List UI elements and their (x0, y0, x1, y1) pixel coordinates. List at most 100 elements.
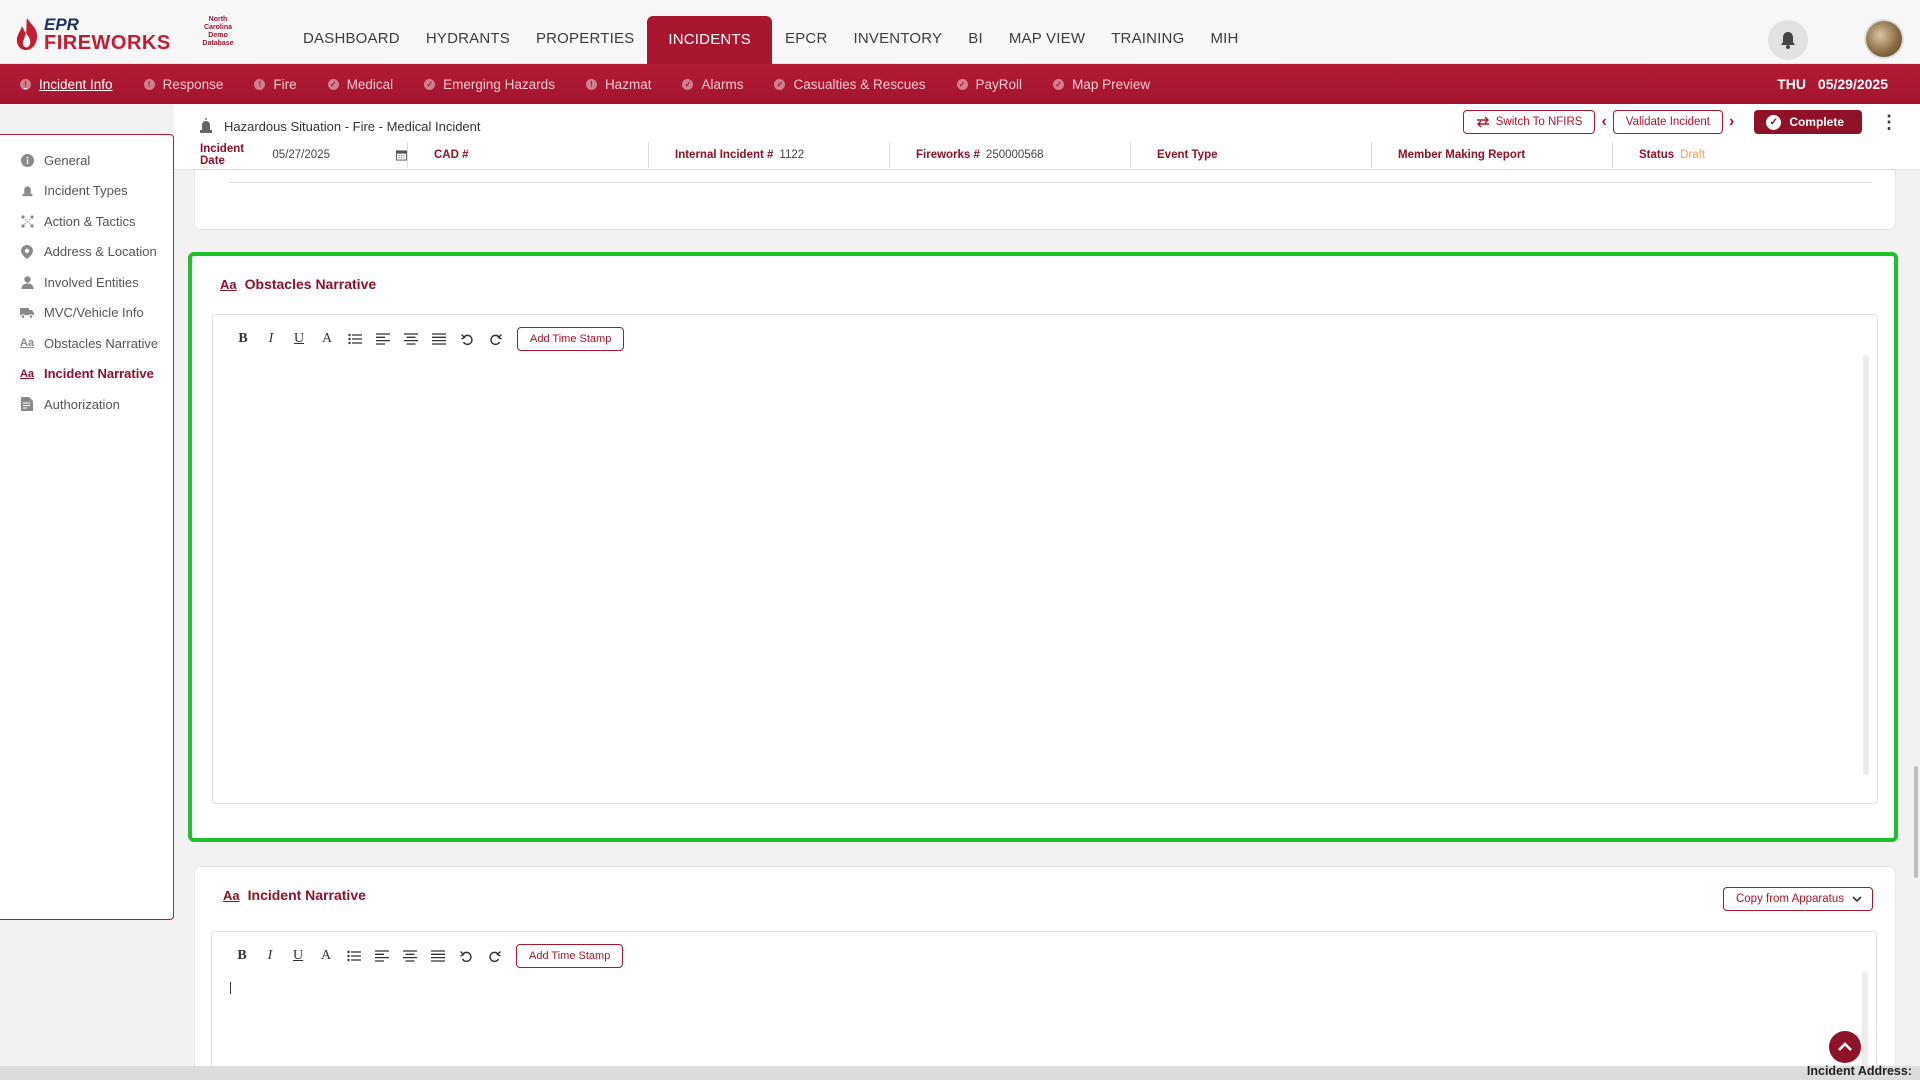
field-member-making-report[interactable]: Member Making Report (1372, 142, 1613, 168)
obstacles-narrative-textarea[interactable] (229, 365, 1853, 791)
undo-icon[interactable] (452, 945, 480, 967)
section-menu-item[interactable]: Involved Entities (0, 267, 173, 298)
section-menu-item[interactable]: Address & Location (0, 237, 173, 268)
switch-to-nfirs-button[interactable]: Switch To NFIRS (1462, 110, 1596, 134)
field-internal-incident[interactable]: Internal Incident # 1122 (649, 142, 890, 168)
section-menu-item[interactable]: Incident Types (0, 176, 173, 207)
map-pin-icon (20, 244, 34, 259)
font-color-button[interactable]: A (312, 945, 340, 967)
validate-incident-button[interactable]: Validate Incident (1612, 110, 1723, 134)
subnav-tab[interactable]: ! Incident Info (20, 77, 113, 92)
field-value: 05/27/2025 (272, 149, 330, 161)
field-value: 250000568 (985, 149, 1044, 161)
bold-button[interactable]: B (228, 945, 256, 967)
field-value: 1122 (779, 149, 805, 161)
subnav-tab[interactable]: ✓ Emerging Hazards (424, 77, 555, 92)
nav-hydrants[interactable]: HYDRANTS (413, 16, 523, 64)
top-navbar: EPR FIREWORKS North Carolina Demo Databa… (0, 0, 1920, 64)
nav-map-view[interactable]: MAP VIEW (996, 16, 1098, 64)
section-menu-item[interactable]: General (0, 145, 173, 176)
subnav-tab[interactable]: ! Response (143, 77, 223, 92)
user-avatar[interactable] (1864, 19, 1904, 59)
field-event-type[interactable]: Event Type (1131, 142, 1372, 168)
subnav-tab-label: Hazmat (604, 76, 652, 92)
calendar-icon[interactable] (395, 149, 407, 161)
more-options-icon[interactable]: ⋮ (1880, 110, 1898, 134)
nav-inventory[interactable]: INVENTORY (840, 16, 955, 64)
section-menu-label: Authorization (44, 396, 120, 412)
nav-training[interactable]: TRAINING (1098, 16, 1197, 64)
field-cad-number[interactable]: CAD # (408, 142, 649, 168)
divider (229, 182, 1871, 183)
nav-bi[interactable]: BI (955, 16, 996, 64)
redo-icon[interactable] (480, 945, 508, 967)
next-chevron-icon[interactable]: › (1723, 110, 1740, 134)
align-left-icon[interactable] (368, 945, 396, 967)
alert-circle-icon: ! (143, 78, 155, 90)
nav-properties[interactable]: PROPERTIES (523, 16, 647, 64)
scroll-to-top-button[interactable] (1829, 1031, 1861, 1063)
redo-icon[interactable] (481, 328, 509, 350)
align-left-icon[interactable] (369, 328, 397, 350)
document-icon (20, 397, 34, 412)
section-menu-label: General (44, 152, 91, 168)
nav-mih[interactable]: MIH (1197, 16, 1251, 64)
section-menu-label: Action & Tactics (44, 213, 136, 229)
italic-button[interactable]: I (257, 328, 285, 350)
subnav-tab[interactable]: ✓ Alarms (682, 77, 743, 92)
field-label: Internal Incident # (675, 149, 774, 161)
prev-chevron-icon[interactable]: ‹ (1595, 110, 1612, 134)
italic-button[interactable]: I (256, 945, 284, 967)
align-justify-icon[interactable] (425, 328, 453, 350)
font-color-button[interactable]: A (313, 328, 341, 350)
underline-button[interactable]: U (284, 945, 312, 967)
bold-button[interactable]: B (229, 328, 257, 350)
section-menu: General Incident Types Action & Tactics Add… (0, 134, 174, 920)
add-time-stamp-button[interactable]: Add Time Stamp (516, 944, 624, 968)
nav-dashboard[interactable]: DASHBOARD (290, 16, 413, 64)
swap-icon (1476, 116, 1489, 128)
undo-icon[interactable] (453, 328, 481, 350)
field-fireworks-number[interactable]: Fireworks # 250000568 (890, 142, 1131, 168)
subnav-tab[interactable]: ! Fire (254, 77, 297, 92)
section-menu-item[interactable]: Action & Tactics (0, 206, 173, 237)
header-actions: Switch To NFIRS ‹ Validate Incident › ✓ … (1462, 110, 1920, 134)
complete-button[interactable]: ✓ Complete (1754, 110, 1862, 134)
add-time-stamp-button[interactable]: Add Time Stamp (517, 327, 625, 351)
align-center-icon[interactable] (397, 328, 425, 350)
alert-circle-icon: ! (585, 78, 597, 90)
incident-address-label: Incident Address: (1806, 1064, 1912, 1078)
subnav-tab[interactable]: ✓ PayRoll (956, 77, 1022, 92)
check-circle-icon: ✓ (1053, 78, 1065, 90)
incident-narrative-title-text: Incident Narrative (247, 887, 366, 903)
bullet-list-icon[interactable] (341, 328, 369, 350)
footer-bar (0, 1066, 1920, 1080)
section-menu-item[interactable]: MVC/Vehicle Info (0, 298, 173, 329)
align-center-icon[interactable] (396, 945, 424, 967)
underline-button[interactable]: U (285, 328, 313, 350)
section-menu-item[interactable]: Aa Incident Narrative (0, 359, 173, 390)
subnav-tab-label: Casualties & Rescues (793, 76, 926, 92)
copy-from-apparatus-dropdown[interactable]: Copy from Apparatus (1722, 887, 1873, 911)
subnav-tab[interactable]: ✓ Map Preview (1053, 77, 1150, 92)
page-scrollbar[interactable] (1914, 766, 1918, 878)
subnav-tab[interactable]: ✓ Casualties & Rescues (774, 76, 926, 92)
editor-scrollbar[interactable] (1863, 355, 1869, 775)
app-logo[interactable]: EPR FIREWORKS (14, 16, 171, 53)
validate-incident-label: Validate Incident (1625, 116, 1710, 128)
field-incident-date[interactable]: Incident Date 05/27/2025 (174, 142, 408, 168)
truck-icon (20, 306, 34, 320)
nav-epcr[interactable]: EPCR (772, 16, 840, 64)
nav-incidents[interactable]: INCIDENTS (647, 16, 772, 64)
section-menu-item[interactable]: Aa Obstacles Narrative (0, 328, 173, 359)
field-label: Event Type (1157, 149, 1218, 161)
incident-title: Hazardous Situation - Fire - Medical Inc… (198, 118, 481, 134)
subnav-tab[interactable]: ! Hazmat (585, 76, 652, 92)
subnav-tab[interactable]: ✓ Medical (327, 77, 393, 92)
section-menu-item[interactable]: Authorization (0, 389, 173, 420)
bullet-list-icon[interactable] (340, 945, 368, 967)
notifications-button[interactable] (1768, 20, 1808, 60)
check-circle-icon: ✓ (682, 78, 694, 90)
complete-label: Complete (1789, 115, 1844, 129)
align-justify-icon[interactable] (424, 945, 452, 967)
